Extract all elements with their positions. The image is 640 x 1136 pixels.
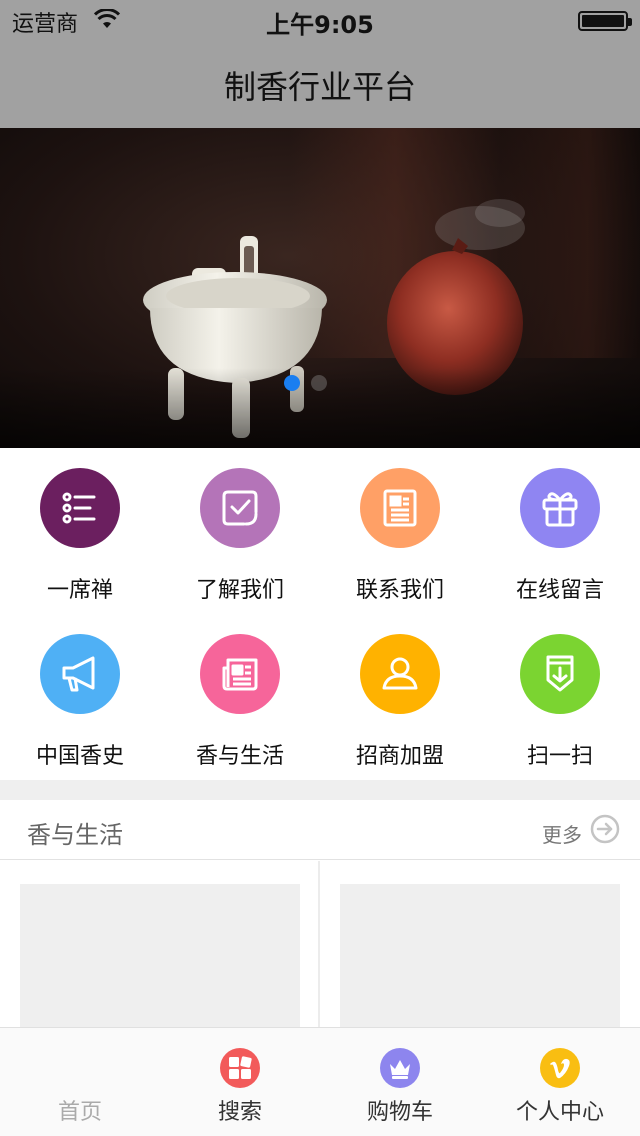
menu-label: 招商加盟 <box>355 744 444 769</box>
banner-carousel[interactable] <box>0 128 640 448</box>
checkbox-icon <box>200 468 280 548</box>
tab-profile[interactable]: 个人中心 <box>480 1028 640 1136</box>
menu-item-scan[interactable]: 扫一扫 <box>480 614 640 780</box>
menu-label: 香与生活 <box>195 744 284 769</box>
more-label: 更多 <box>542 823 582 847</box>
bookmark-icon <box>520 634 600 714</box>
tab-label: 购物车 <box>366 1100 433 1125</box>
more-link[interactable]: 更多 <box>500 814 620 847</box>
grid-icon <box>220 1048 260 1088</box>
gift-icon <box>520 468 600 548</box>
section-divider <box>0 780 640 800</box>
card-divider <box>318 861 320 1031</box>
vimeo-icon <box>540 1048 580 1088</box>
tab-search[interactable]: 搜索 <box>160 1028 320 1136</box>
article-card-placeholder[interactable] <box>340 884 620 1034</box>
megaphone-icon <box>40 634 120 714</box>
top-bar: 运营商 上午9:05 制香行业平台 <box>0 0 640 128</box>
crown-icon <box>380 1048 420 1088</box>
list-icon <box>40 468 120 548</box>
menu-item-history[interactable]: 中国香史 <box>0 614 160 780</box>
menu-label: 一席禅 <box>46 578 113 603</box>
carousel-dot[interactable] <box>311 375 327 391</box>
battery-icon <box>578 11 632 31</box>
menu-label: 中国香史 <box>35 744 124 769</box>
menu-item-message[interactable]: 在线留言 <box>480 448 640 614</box>
menu-item-life[interactable]: 香与生活 <box>160 614 320 780</box>
tab-bar: 首页 搜索 购物车 个人中心 <box>0 1027 640 1136</box>
tab-label: 搜索 <box>217 1100 262 1125</box>
menu-item-contact[interactable]: 联系我们 <box>320 448 480 614</box>
tab-label: 首页 <box>57 1100 102 1125</box>
tab-cart[interactable]: 购物车 <box>320 1028 480 1136</box>
menu-label: 了解我们 <box>195 578 284 603</box>
section-title: 香与生活 <box>27 821 123 849</box>
menu-item-franchise[interactable]: 招商加盟 <box>320 614 480 780</box>
menu-label: 在线留言 <box>515 578 604 603</box>
user-icon <box>360 634 440 714</box>
newspaper-icon <box>200 634 280 714</box>
article-card-placeholder[interactable] <box>20 884 300 1034</box>
article-cards <box>0 861 640 1034</box>
menu-label: 联系我们 <box>355 578 444 603</box>
tab-label: 个人中心 <box>515 1100 604 1125</box>
menu-label: 扫一扫 <box>526 744 593 769</box>
feature-grid: 一席禅 了解我们 联系我们 在线留言 中国香史 香与生活 招商加盟 扫一扫 <box>0 448 640 780</box>
menu-item-about[interactable]: 了解我们 <box>160 448 320 614</box>
status-time: 上午9:05 <box>266 11 374 39</box>
arrow-right-circle-icon <box>590 814 620 844</box>
tab-home[interactable]: 首页 <box>0 1028 160 1136</box>
page-title: 制香行业平台 <box>223 68 416 106</box>
menu-item-yixichan[interactable]: 一席禅 <box>0 448 160 614</box>
section-header: 香与生活 更多 <box>0 800 640 860</box>
status-bar: 运营商 上午9:05 <box>0 0 640 40</box>
document-icon <box>360 468 440 548</box>
carousel-dot-active[interactable] <box>284 375 300 391</box>
